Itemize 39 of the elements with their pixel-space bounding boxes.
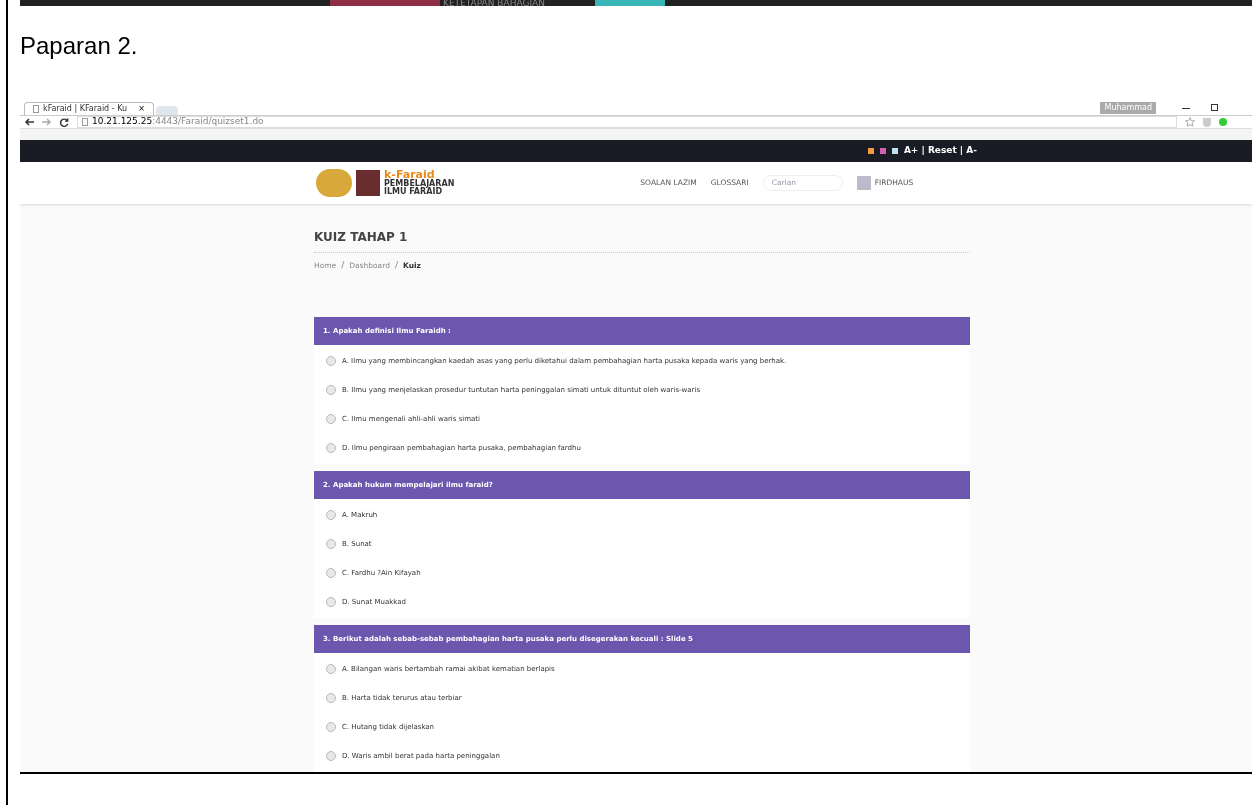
radio-button[interactable] <box>326 510 336 520</box>
radio-button[interactable] <box>326 751 336 761</box>
shield-icon[interactable] <box>1203 117 1211 127</box>
browser-tab[interactable]: kFaraid | KFaraid - Ku × <box>24 102 154 115</box>
radio-button[interactable] <box>326 385 336 395</box>
reload-icon[interactable] <box>60 117 69 127</box>
url-text: 10.21.125.25:4443/Faraid/quizset1.do <box>92 115 264 129</box>
address-bar[interactable]: 10.21.125.25:4443/Faraid/quizset1.do <box>77 116 1177 128</box>
color-swatch[interactable] <box>867 148 874 155</box>
font-size-controls[interactable]: A+ | Reset | A- <box>903 144 977 158</box>
radio-button[interactable] <box>326 356 336 366</box>
breadcrumb-separator: / <box>394 258 398 272</box>
page-icon <box>82 118 88 126</box>
restore-icon[interactable] <box>1211 104 1218 111</box>
breadcrumb-separator: / <box>341 258 345 272</box>
logo-subtitle: PEMBELAJARAN <box>384 180 455 189</box>
document-heading: Paparan 2. <box>20 31 138 61</box>
logo-subtitle: ILMU FARAID <box>384 188 443 197</box>
forward-icon[interactable] <box>42 118 52 126</box>
star-icon[interactable] <box>1185 117 1195 127</box>
radio-button[interactable] <box>326 722 336 732</box>
new-tab-button[interactable] <box>156 106 178 115</box>
page-icon <box>33 105 39 113</box>
color-swatch[interactable] <box>879 148 886 155</box>
close-icon[interactable]: × <box>138 103 145 115</box>
radio-button[interactable] <box>326 443 336 453</box>
minimize-icon[interactable] <box>1182 108 1190 109</box>
tab-title: kFaraid | KFaraid - Ku <box>43 103 128 115</box>
logo-title: k-Faraid <box>384 169 435 181</box>
page-title: KUIZ TAHAP 1 <box>314 227 970 253</box>
radio-button[interactable] <box>326 597 336 607</box>
color-swatch[interactable] <box>891 148 898 155</box>
radio-button[interactable] <box>326 539 336 549</box>
radio-button[interactable] <box>326 664 336 674</box>
previous-page-text: KETETAPAN BAHAGIAN <box>443 0 545 6</box>
radio-button[interactable] <box>326 414 336 424</box>
back-icon[interactable] <box>24 118 34 126</box>
radio-button[interactable] <box>326 568 336 578</box>
radio-button[interactable] <box>326 693 336 703</box>
